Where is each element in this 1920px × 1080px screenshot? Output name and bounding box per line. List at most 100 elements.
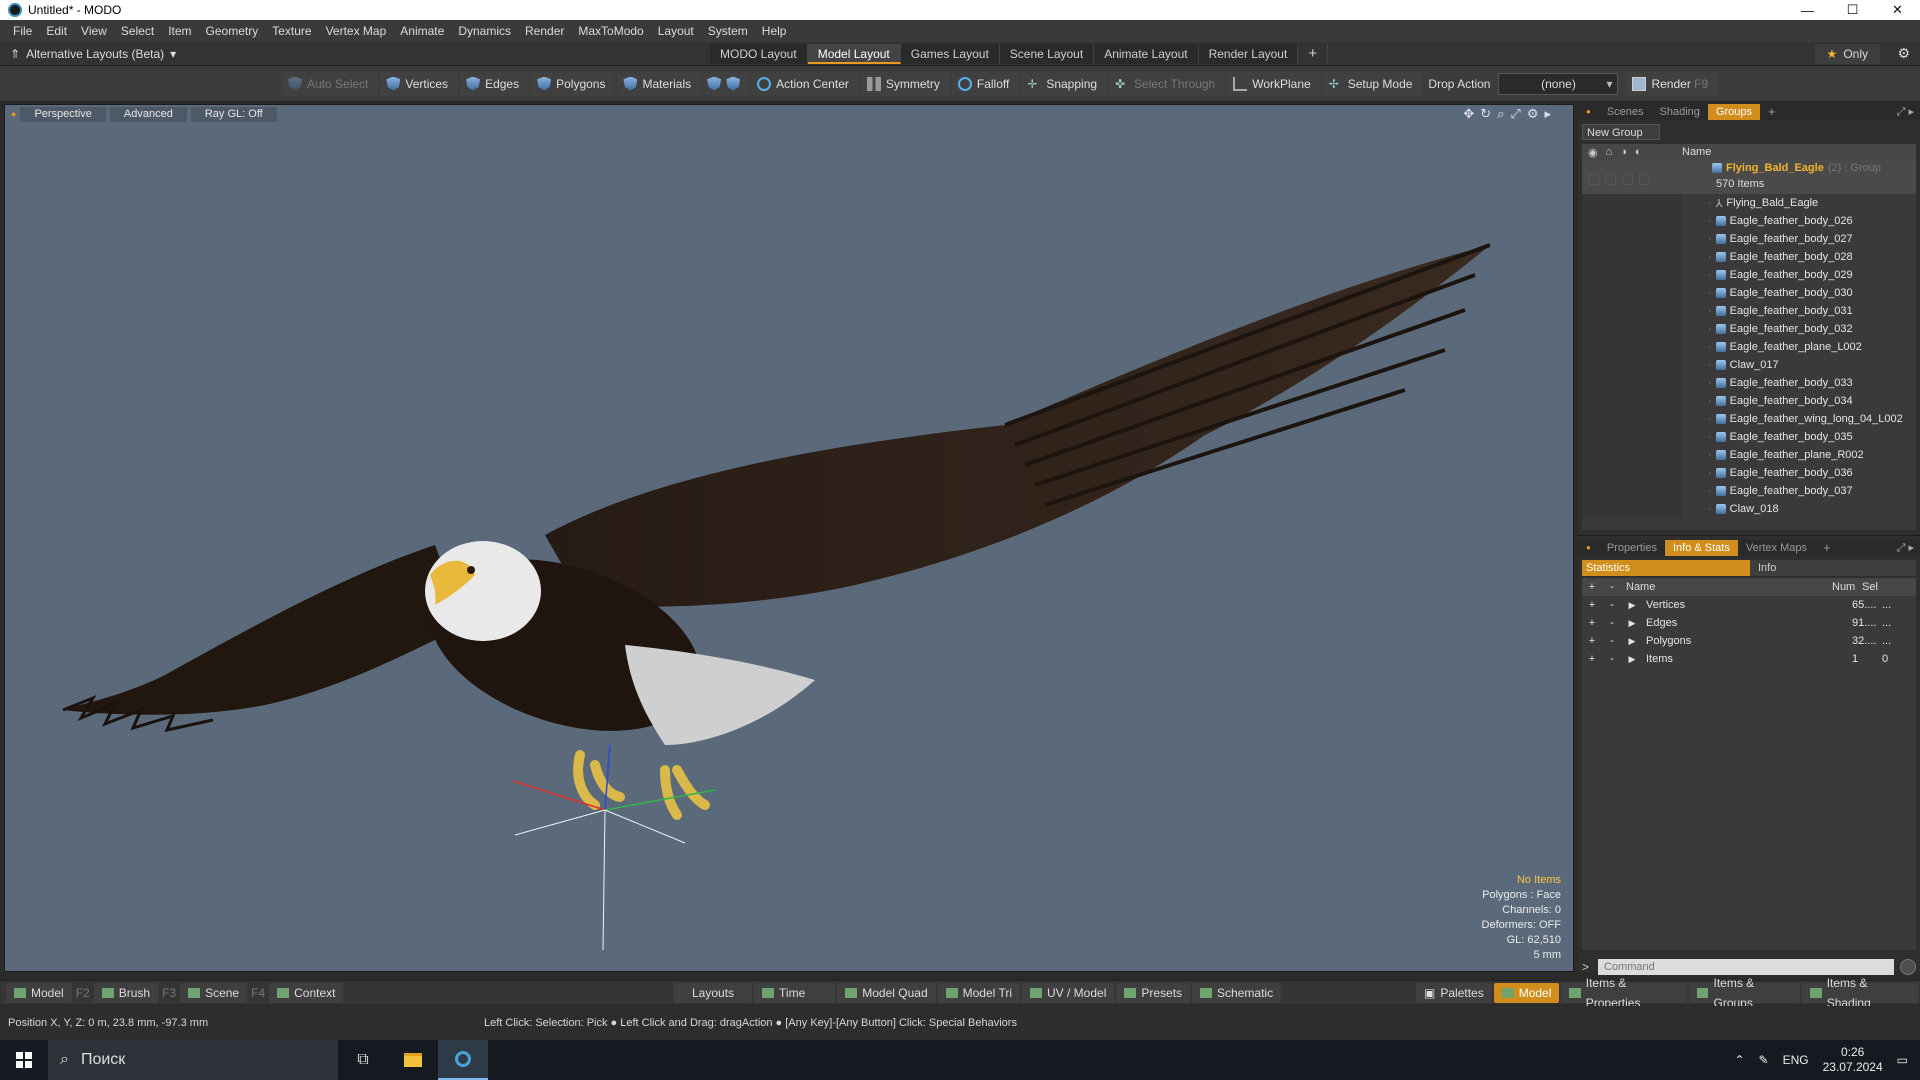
menu-system[interactable]: System xyxy=(701,24,755,38)
tab-scenes[interactable]: Scenes xyxy=(1599,104,1652,120)
select-icon[interactable]: ◑ xyxy=(1620,146,1627,159)
stats-row[interactable]: + - ▶ Polygons 32....... xyxy=(1582,632,1916,650)
add-icon[interactable]: + xyxy=(1582,653,1602,665)
select-through-button[interactable]: ✜ Select Through xyxy=(1109,71,1226,96)
tab-statistics[interactable]: Statistics xyxy=(1582,560,1750,576)
list-item[interactable]: · Eagle_feather_body_037 xyxy=(1582,482,1916,500)
close-button[interactable]: ✕ xyxy=(1875,0,1920,20)
list-item[interactable]: · Eagle_feather_body_028 xyxy=(1582,248,1916,266)
remove-col-icon[interactable]: - xyxy=(1602,581,1622,593)
expand-panel-icon[interactable]: ⤢ ▸ xyxy=(1889,104,1920,120)
list-item[interactable]: · Eagle_feather_body_034 xyxy=(1582,392,1916,410)
list-item[interactable]: · Eagle_feather_body_027 xyxy=(1582,230,1916,248)
pen-icon[interactable]: ✎ xyxy=(1759,1053,1769,1067)
action-center-button[interactable]: Action Center xyxy=(751,71,859,96)
model-quad-button[interactable]: Model Quad xyxy=(837,982,936,1003)
stats-row[interactable]: + - ▶ Vertices 65....... xyxy=(1582,596,1916,614)
brush-mode-button[interactable]: Brush xyxy=(93,982,159,1003)
eagle-model[interactable] xyxy=(5,105,1574,972)
name-column-header[interactable]: Name xyxy=(1682,146,1711,158)
context-mode-button[interactable]: Context xyxy=(269,982,344,1003)
add-icon[interactable]: + xyxy=(1582,617,1602,629)
list-item[interactable]: · Eagle_feather_body_035 xyxy=(1582,428,1916,446)
tab-info-stats[interactable]: Info & Stats xyxy=(1664,540,1738,556)
materials-button[interactable]: Materials xyxy=(617,71,702,96)
model-tri-button[interactable]: Model Tri xyxy=(937,982,1020,1003)
snapping-button[interactable]: ✛ Snapping xyxy=(1021,71,1108,96)
3d-viewport[interactable]: ● Perspective Advanced Ray GL: Off ✥ ↻ ⌕… xyxy=(4,104,1574,972)
polygons-button[interactable]: Polygons xyxy=(531,71,616,96)
list-item[interactable]: · Eagle_feather_body_026 xyxy=(1582,212,1916,230)
maximize-icon[interactable]: ⤢ xyxy=(1510,106,1520,122)
panel-menu-icon[interactable]: ● xyxy=(1578,104,1599,120)
expand-arrow-icon[interactable]: ▶ xyxy=(1622,600,1642,611)
expand-arrow-icon[interactable]: ▶ xyxy=(1622,618,1642,629)
clock[interactable]: 0:26 23.07.2024 xyxy=(1823,1045,1883,1075)
list-item[interactable]: · Eagle_feather_body_036 xyxy=(1582,464,1916,482)
only-button[interactable]: ★ Only xyxy=(1814,44,1880,64)
tab-vertex-maps[interactable]: Vertex Maps xyxy=(1738,540,1815,556)
drop-action-select[interactable]: (none) xyxy=(1498,72,1619,95)
expand-arrow-icon[interactable]: ▶ xyxy=(1622,636,1642,647)
add-icon[interactable]: + xyxy=(1582,635,1602,647)
language-indicator[interactable]: ENG xyxy=(1783,1053,1809,1067)
viewport-gear-icon[interactable]: ⚙ xyxy=(1527,106,1539,122)
tab-animate-layout[interactable]: Animate Layout xyxy=(1094,44,1199,64)
list-item[interactable]: · Eagle_feather_body_029 xyxy=(1582,266,1916,284)
render-col-icon[interactable]: ◐ xyxy=(1635,146,1642,159)
tray-chevron-icon[interactable]: ⌃ xyxy=(1734,1053,1744,1067)
file-explorer-icon[interactable] xyxy=(388,1040,438,1080)
windows-start-button[interactable] xyxy=(0,1040,48,1080)
presets-button[interactable]: Presets xyxy=(1116,982,1191,1003)
tab-scene-layout[interactable]: Scene Layout xyxy=(999,44,1095,64)
menu-animate[interactable]: Animate xyxy=(393,24,451,38)
gear-icon[interactable]: ⚙ xyxy=(1897,45,1910,62)
items-properties-button[interactable]: Items & Properties xyxy=(1561,976,1688,1010)
alternative-layouts-dropdown[interactable]: ⇑ Alternative Layouts (Beta) ▾ xyxy=(10,47,176,61)
new-group-button[interactable]: New Group xyxy=(1582,124,1660,140)
edges-button[interactable]: Edges xyxy=(460,71,530,96)
add-icon[interactable]: + xyxy=(1582,599,1602,611)
raygl-tab[interactable]: Ray GL: Off xyxy=(190,106,277,122)
menu-layout[interactable]: Layout xyxy=(651,24,701,38)
menu-geometry[interactable]: Geometry xyxy=(199,24,266,38)
list-item[interactable]: · Eagle_feather_body_030 xyxy=(1582,284,1916,302)
play-icon[interactable]: ▸ xyxy=(1544,106,1551,122)
menu-render[interactable]: Render xyxy=(518,24,571,38)
list-item[interactable]: · ⅄ Flying_Bald_Eagle xyxy=(1582,194,1916,212)
setup-mode-button[interactable]: ✢ Setup Mode xyxy=(1322,71,1423,96)
items-groups-button[interactable]: Items & Groups xyxy=(1689,976,1801,1010)
expand-props-icon[interactable]: ⤢ ▸ xyxy=(1889,540,1920,556)
tab-properties[interactable]: Properties xyxy=(1599,540,1665,556)
remove-icon[interactable]: - xyxy=(1602,653,1622,665)
menu-help[interactable]: Help xyxy=(755,24,794,38)
time-button[interactable]: Time xyxy=(754,982,836,1003)
menu-maxtomodo[interactable]: MaxToModo xyxy=(571,24,650,38)
scene-mode-button[interactable]: Scene xyxy=(180,982,248,1003)
maximize-button[interactable]: ☐ xyxy=(1830,0,1875,20)
add-tab-button[interactable]: + xyxy=(1760,104,1784,120)
menu-item[interactable]: Item xyxy=(161,24,198,38)
props-menu-icon[interactable]: ● xyxy=(1578,540,1599,556)
auto-select-button[interactable]: Auto Select xyxy=(282,71,379,96)
items-shading-button[interactable]: Items & Shading xyxy=(1802,976,1918,1010)
symmetry-button[interactable]: Symmetry xyxy=(860,71,950,96)
pan-icon[interactable]: ✥ xyxy=(1463,106,1474,122)
tab-games-layout[interactable]: Games Layout xyxy=(900,44,1000,64)
remove-icon[interactable]: - xyxy=(1602,599,1622,611)
menu-view[interactable]: View xyxy=(74,24,114,38)
list-item[interactable]: · Claw_017 xyxy=(1582,356,1916,374)
render-button[interactable]: Render F9 xyxy=(1626,71,1719,96)
add-layout-button[interactable]: + xyxy=(1298,44,1329,64)
menu-select[interactable]: Select xyxy=(114,24,161,38)
notification-icon[interactable]: ▭ xyxy=(1897,1053,1908,1067)
falloff-button[interactable]: Falloff xyxy=(951,71,1020,96)
remove-icon[interactable]: - xyxy=(1602,635,1622,647)
menu-vertex-map[interactable]: Vertex Map xyxy=(319,24,394,38)
tab-info[interactable]: Info xyxy=(1750,560,1916,576)
tab-render-layout[interactable]: Render Layout xyxy=(1198,44,1299,64)
menu-file[interactable]: File xyxy=(6,24,39,38)
model-active-button[interactable]: Model xyxy=(1493,982,1560,1003)
workplane-button[interactable]: WorkPlane xyxy=(1227,71,1321,96)
stats-row[interactable]: + - ▶ Items 1 0 xyxy=(1582,650,1916,668)
